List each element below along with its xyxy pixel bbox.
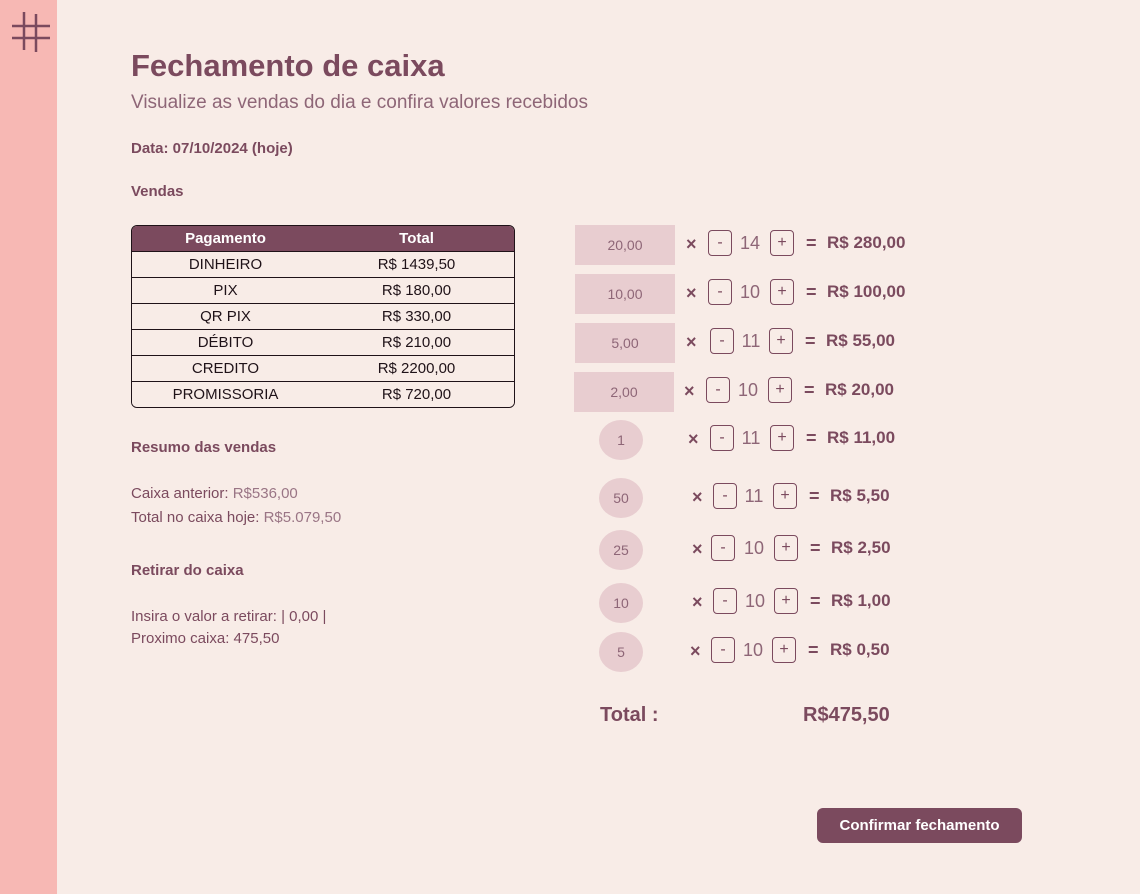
denomination-row: 10,00 × -10 + = R$ 100,00: [0, 274, 905, 314]
decrement-button[interactable]: -: [708, 230, 732, 256]
equals-icon: =: [806, 233, 817, 253]
decrement-button[interactable]: -: [711, 637, 735, 663]
denomination-subtotal: R$ 11,00: [827, 428, 896, 447]
decrement-button[interactable]: -: [706, 377, 730, 403]
multiply-icon: ×: [686, 234, 697, 254]
increment-button[interactable]: +: [769, 328, 793, 354]
multiply-icon: ×: [684, 381, 695, 401]
increment-button[interactable]: +: [770, 230, 794, 256]
quantity-value: 10: [737, 380, 759, 400]
quantity-value: 10: [743, 538, 765, 558]
denomination-row: 10 × -10 + = R$ 1,00: [0, 583, 891, 623]
quantity-value: 10: [739, 282, 761, 302]
multiply-icon: ×: [688, 429, 699, 449]
denomination-subtotal: R$ 1,00: [831, 591, 891, 610]
denomination-subtotal: R$ 100,00: [827, 282, 906, 301]
sales-section-title: Vendas: [131, 183, 184, 200]
decrement-button[interactable]: -: [713, 483, 737, 509]
equals-icon: =: [806, 428, 817, 448]
decrement-button[interactable]: -: [710, 425, 734, 451]
coin-chip: 10: [599, 583, 643, 623]
decrement-button[interactable]: -: [710, 328, 734, 354]
denomination-row: 25 × -10 + = R$ 2,50: [0, 530, 891, 570]
quantity-value: 10: [744, 591, 766, 611]
increment-button[interactable]: +: [770, 425, 794, 451]
equals-icon: =: [810, 538, 821, 558]
banknote-chip: 2,00: [574, 372, 674, 412]
denomination-subtotal: R$ 5,50: [830, 486, 890, 505]
denomination-row: 50 × -11 + = R$ 5,50: [0, 478, 890, 518]
denomination-row: 5,00 × -11 + = R$ 55,00: [0, 323, 895, 363]
denomination-subtotal: R$ 2,50: [831, 538, 891, 557]
decrement-button[interactable]: -: [713, 588, 737, 614]
banknote-chip: 20,00: [575, 225, 675, 265]
date-label: Data: 07/10/2024 (hoje): [131, 140, 293, 157]
equals-icon: =: [808, 640, 819, 660]
quantity-value: 14: [739, 233, 761, 253]
quantity-value: 11: [744, 486, 764, 506]
denomination-subtotal: R$ 55,00: [826, 331, 895, 350]
counter-total-value: R$475,50: [803, 704, 890, 726]
coin-chip: 5: [599, 632, 643, 672]
hash-grid-icon[interactable]: [10, 10, 52, 54]
multiply-icon: ×: [686, 283, 697, 303]
banknote-chip: 10,00: [575, 274, 675, 314]
quantity-value: 10: [742, 640, 764, 660]
equals-icon: =: [806, 282, 817, 302]
coin-chip: 50: [599, 478, 643, 518]
denomination-row: 20,00 × -14 + = R$ 280,00: [0, 225, 905, 265]
quantity-value: 11: [741, 428, 761, 448]
increment-button[interactable]: +: [774, 535, 798, 561]
page-title: Fechamento de caixa: [131, 48, 445, 83]
equals-icon: =: [804, 380, 815, 400]
multiply-icon: ×: [692, 592, 703, 612]
multiply-icon: ×: [692, 539, 703, 559]
increment-button[interactable]: +: [768, 377, 792, 403]
multiply-icon: ×: [690, 641, 701, 661]
confirm-closing-button[interactable]: Confirmar fechamento: [817, 808, 1022, 843]
decrement-button[interactable]: -: [708, 279, 732, 305]
increment-button[interactable]: +: [774, 588, 798, 614]
coin-chip: 25: [599, 530, 643, 570]
banknote-chip: 5,00: [575, 323, 675, 363]
denomination-row: 1 × -11 + = R$ 11,00: [0, 420, 895, 460]
multiply-icon: ×: [686, 332, 697, 352]
page-subtitle: Visualize as vendas do dia e confira val…: [131, 92, 588, 113]
equals-icon: =: [810, 591, 821, 611]
multiply-icon: ×: [692, 487, 703, 507]
denomination-subtotal: R$ 20,00: [825, 380, 894, 399]
denomination-subtotal: R$ 280,00: [827, 233, 906, 252]
decrement-button[interactable]: -: [711, 535, 735, 561]
denomination-row: 5 × -10 + = R$ 0,50: [0, 632, 890, 672]
increment-button[interactable]: +: [770, 279, 794, 305]
counter-total-label: Total :: [600, 704, 659, 726]
quantity-value: 11: [741, 331, 761, 351]
equals-icon: =: [809, 486, 820, 506]
increment-button[interactable]: +: [772, 637, 796, 663]
increment-button[interactable]: +: [773, 483, 797, 509]
denomination-subtotal: R$ 0,50: [830, 640, 890, 659]
coin-chip: 1: [599, 420, 643, 460]
equals-icon: =: [805, 331, 816, 351]
denomination-row: 2,00 × -10 + = R$ 20,00: [0, 372, 894, 412]
